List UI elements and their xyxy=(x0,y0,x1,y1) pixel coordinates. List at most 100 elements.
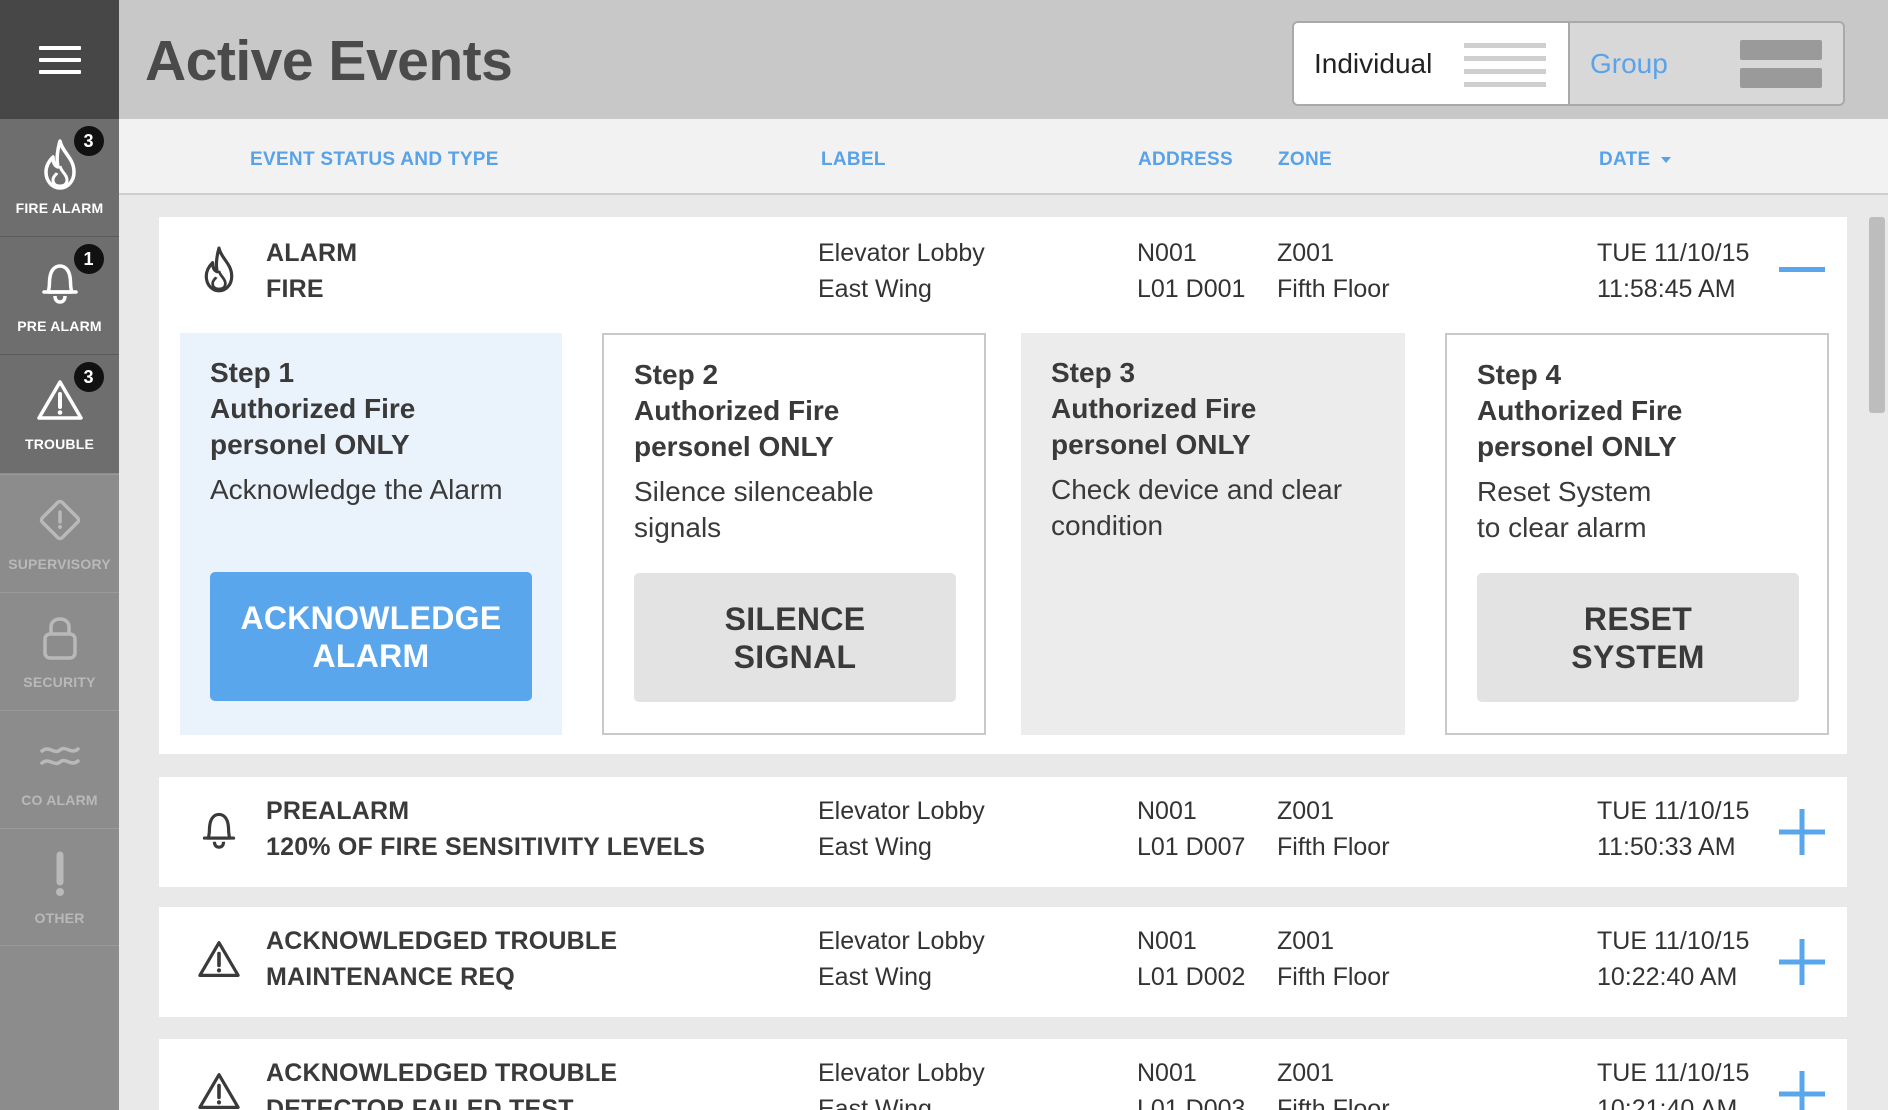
event-label-primary: Elevator Lobby xyxy=(818,927,985,955)
acknowledge-alarm-button[interactable]: ACKNOWLEDGE ALARM xyxy=(210,572,532,701)
group-view-icon xyxy=(1740,40,1822,88)
step-title: personel ONLY xyxy=(210,429,410,460)
sidebar-item-trouble[interactable]: 3 TROUBLE xyxy=(0,355,119,473)
event-address-secondary: L01 D003 xyxy=(1137,1095,1246,1110)
step-title: personel ONLY xyxy=(1477,431,1677,462)
event-zone-primary: Z001 xyxy=(1277,927,1334,955)
button-label: SILENCE xyxy=(724,600,866,637)
notification-badge: 1 xyxy=(73,244,104,274)
event-zone-primary: Z001 xyxy=(1277,797,1334,825)
event-row[interactable]: ACKNOWLEDGED TROUBLE MAINTENANCE REQ Ele… xyxy=(159,907,1847,1017)
column-header-status[interactable]: EVENT STATUS AND TYPE xyxy=(250,149,499,171)
sidebar-item-label: SECURITY xyxy=(23,674,96,690)
event-type: 120% OF FIRE SENSITIVITY LEVELS xyxy=(266,833,706,861)
sidebar-item-label: FIRE ALARM xyxy=(15,200,104,216)
button-label: SIGNAL xyxy=(733,638,857,675)
step-description: Acknowledge the Alarm xyxy=(210,474,503,505)
step-number: Step 4 xyxy=(1477,359,1562,390)
step-title: personel ONLY xyxy=(1051,429,1251,460)
expand-button[interactable] xyxy=(1777,937,1827,987)
group-view-button[interactable]: Group xyxy=(1570,23,1843,104)
step-title: personel ONLY xyxy=(634,431,834,462)
sidebar-item-security[interactable]: SECURITY xyxy=(0,592,119,710)
event-zone-secondary: Fifth Floor xyxy=(1277,275,1390,303)
event-address-secondary: L01 D001 xyxy=(1137,275,1246,303)
menu-button[interactable] xyxy=(0,0,119,119)
event-time: 11:58:45 AM xyxy=(1597,275,1736,303)
column-header-address[interactable]: ADDRESS xyxy=(1138,149,1233,171)
sidebar-item-label: TROUBLE xyxy=(24,436,95,452)
scrollbar-thumb[interactable] xyxy=(1869,217,1885,413)
event-zone-primary: Z001 xyxy=(1277,1059,1334,1087)
event-row[interactable]: ALARM FIRE Elevator Lobby East Wing N001… xyxy=(159,217,1847,327)
event-address-primary: N001 xyxy=(1137,927,1197,955)
hamburger-line xyxy=(38,45,81,50)
event-date: TUE 11/10/15 xyxy=(1597,239,1750,267)
event-date: TUE 11/10/15 xyxy=(1597,927,1750,955)
sidebar-item-supervisory[interactable]: SUPERVISORY xyxy=(0,474,119,592)
column-header-date[interactable]: DATE xyxy=(1599,149,1672,171)
event-label-primary: Elevator Lobby xyxy=(818,797,985,825)
sidebar-item-label: CO ALARM xyxy=(21,792,98,808)
button-label: RESET xyxy=(1583,600,1693,637)
event-row[interactable]: ACKNOWLEDGED TROUBLE DETECTOR FAILED TES… xyxy=(159,1039,1847,1110)
sidebar-item-fire-alarm[interactable]: 3 FIRE ALARM xyxy=(0,119,119,237)
expand-button[interactable] xyxy=(1777,1069,1827,1110)
event-type: DETECTOR FAILED TEST xyxy=(266,1095,574,1110)
individual-view-button[interactable]: Individual xyxy=(1294,23,1570,104)
expand-button[interactable] xyxy=(1777,807,1827,857)
step-description: Check device and clear xyxy=(1051,474,1343,505)
warning-triangle-icon xyxy=(195,931,243,987)
diamond-icon xyxy=(30,490,90,550)
events-list: ALARM FIRE Elevator Lobby East Wing N001… xyxy=(119,197,1888,1110)
step-description: condition xyxy=(1051,510,1164,541)
event-label-secondary: East Wing xyxy=(818,1095,932,1110)
plus-icon xyxy=(1779,939,1825,985)
sidebar-item-co-alarm[interactable]: CO ALARM xyxy=(0,710,119,828)
event-time: 11:50:33 AM xyxy=(1597,833,1736,861)
step-card-4: Step 4 Authorized Fire personel ONLY Res… xyxy=(1445,333,1829,735)
collapse-button[interactable] xyxy=(1777,245,1827,295)
sidebar-item-label: OTHER xyxy=(34,910,85,926)
step-description: signals xyxy=(634,512,722,543)
step-number: Step 3 xyxy=(1051,357,1136,388)
event-address-secondary: L01 D002 xyxy=(1137,963,1246,991)
reset-system-button[interactable]: RESET SYSTEM xyxy=(1477,573,1799,702)
lock-icon xyxy=(30,608,90,668)
event-zone-primary: Z001 xyxy=(1277,239,1334,267)
sidebar-item-label: PRE ALARM xyxy=(17,318,102,334)
list-view-icon xyxy=(1464,43,1546,87)
step-card-3: Step 3 Authorized Fire personel ONLY Che… xyxy=(1021,333,1405,735)
notification-badge: 3 xyxy=(73,126,104,156)
scrollbar[interactable] xyxy=(1866,217,1888,1110)
page-title: Active Events xyxy=(145,29,513,93)
warning-triangle-icon: 3 xyxy=(30,362,104,430)
sidebar-item-pre-alarm[interactable]: 1 PRE ALARM xyxy=(0,237,119,355)
event-zone-secondary: Fifth Floor xyxy=(1277,833,1390,861)
sidebar-item-label: SUPERVISORY xyxy=(8,556,111,572)
column-header-zone[interactable]: ZONE xyxy=(1278,149,1332,171)
step-card-2: Step 2 Authorized Fire personel ONLY Sil… xyxy=(602,333,986,735)
sidebar-item-other[interactable]: OTHER xyxy=(0,828,119,946)
step-description: Silence silenceable xyxy=(634,476,874,507)
warning-triangle-icon xyxy=(195,1063,243,1110)
step-title: Authorized Fire xyxy=(1051,393,1257,424)
silence-signal-button[interactable]: SILENCE SIGNAL xyxy=(634,573,956,702)
bell-icon: 1 xyxy=(30,244,104,312)
hamburger-line xyxy=(38,69,81,74)
step-title: Authorized Fire xyxy=(1477,395,1683,426)
event-status: ALARM xyxy=(266,239,358,267)
notification-badge: 3 xyxy=(73,362,104,392)
flame-icon xyxy=(195,241,243,297)
page-header: Active Events Individual Group xyxy=(119,0,1888,119)
event-row[interactable]: PREALARM 120% OF FIRE SENSITIVITY LEVELS… xyxy=(159,777,1847,887)
button-label: ACKNOWLEDGE xyxy=(240,599,502,636)
bell-icon xyxy=(195,801,243,857)
button-label: SYSTEM xyxy=(1571,638,1705,675)
event-type: MAINTENANCE REQ xyxy=(266,963,515,991)
minus-icon xyxy=(1779,267,1825,272)
column-header-label[interactable]: LABEL xyxy=(821,149,886,171)
event-label-secondary: East Wing xyxy=(818,963,932,991)
hamburger-line xyxy=(38,57,81,62)
event-type: FIRE xyxy=(266,275,324,303)
